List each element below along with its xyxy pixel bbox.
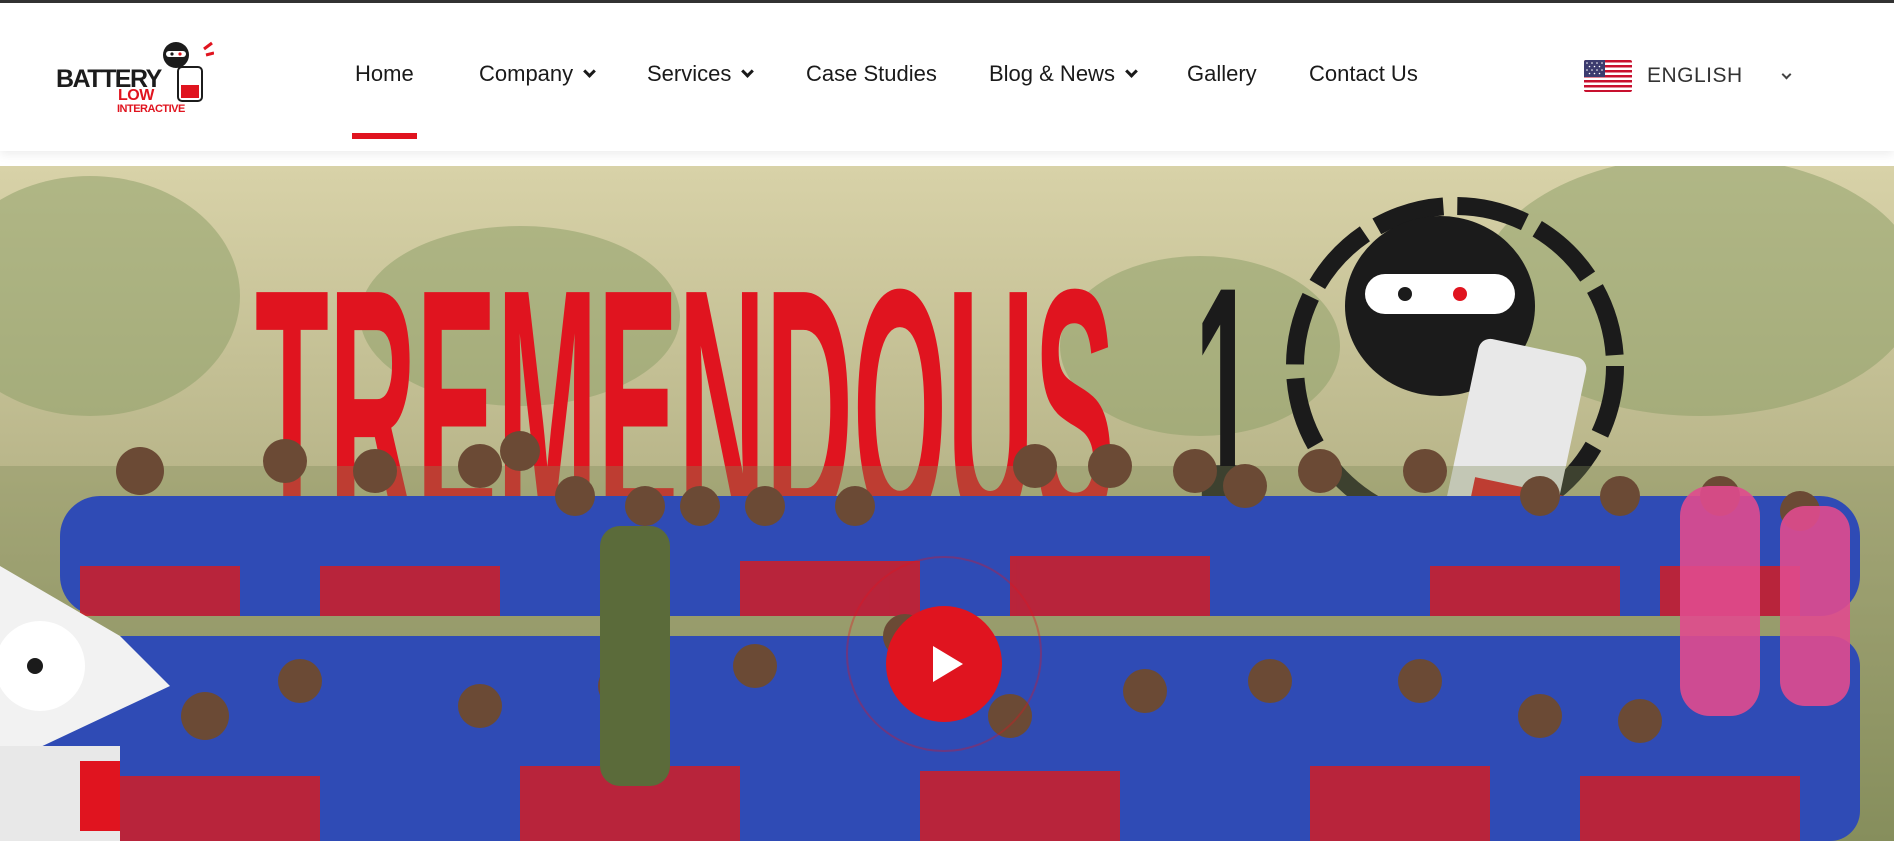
play-video-button[interactable]	[886, 606, 1002, 722]
nav-item-label: Company	[479, 61, 574, 86]
play-icon	[933, 646, 963, 682]
nav-item-label: Contact Us	[1309, 61, 1418, 86]
language-selector[interactable]: ENGLISH	[1584, 60, 1792, 92]
us-flag-icon	[1584, 60, 1632, 92]
chevron-down-icon	[1781, 69, 1792, 79]
hero-video-banner[interactable]: TREMENDOUS 1	[0, 166, 1894, 841]
nav-item-blog-news[interactable]: Blog & News	[989, 61, 1138, 87]
nav-item-label: Home	[355, 61, 414, 86]
nav-item-label: Gallery	[1187, 61, 1257, 86]
nav-item-gallery[interactable]: Gallery	[1187, 61, 1257, 87]
chevron-down-icon	[741, 64, 755, 78]
nav-item-company[interactable]: Company	[479, 61, 597, 87]
nav-item-label: Blog & News	[989, 61, 1115, 86]
nav-item-case-studies[interactable]: Case Studies	[806, 61, 937, 87]
language-label: ENGLISH	[1647, 64, 1743, 87]
nav-item-services[interactable]: Services	[647, 61, 755, 87]
chevron-down-icon	[1125, 64, 1138, 78]
nav-item-label: Services	[647, 61, 732, 86]
nav-item-home[interactable]: Home	[355, 61, 414, 87]
nav-item-contact-us[interactable]: Contact Us	[1309, 61, 1418, 87]
logo-word-interactive: INTERACTIVE	[117, 103, 185, 115]
team-photo-image: TREMENDOUS 1	[0, 166, 1894, 841]
active-nav-indicator	[352, 133, 417, 139]
nav-item-label: Case Studies	[806, 61, 937, 86]
chevron-down-icon	[583, 64, 597, 78]
brand-logo[interactable]: BATTERY LOW INTERACTIVE	[54, 41, 214, 119]
site-header: BATTERY LOW INTERACTIVE Home Company Ser…	[0, 3, 1894, 151]
